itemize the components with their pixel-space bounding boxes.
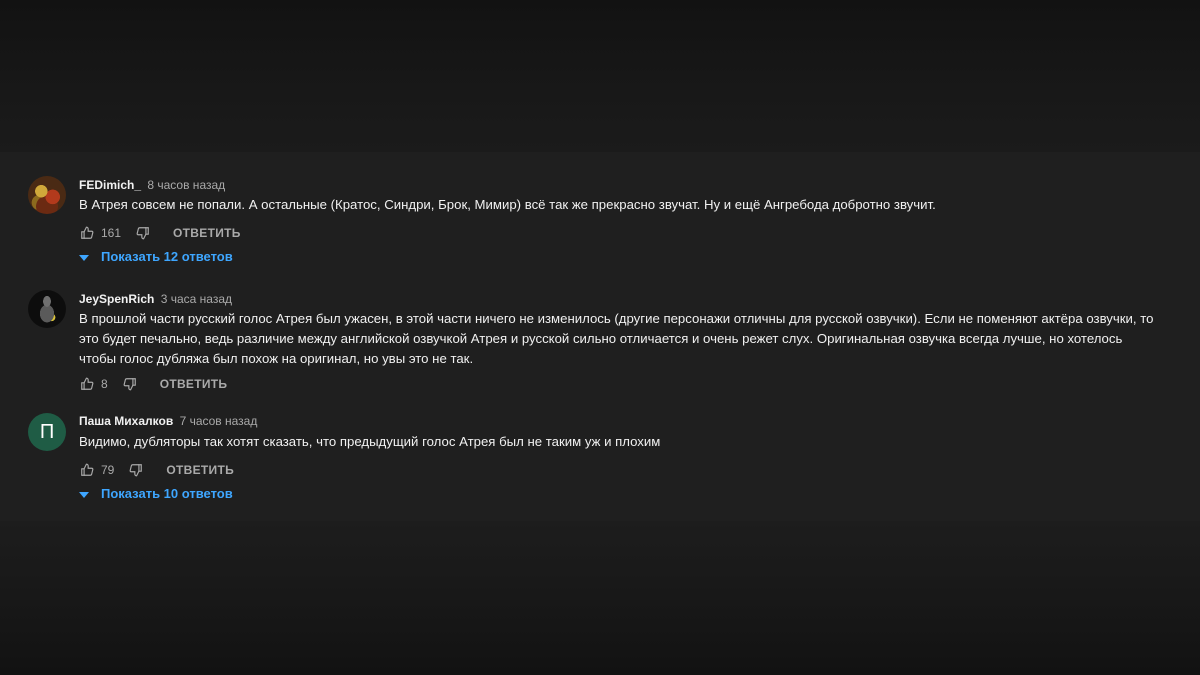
reply-button[interactable]: ОТВЕТИТЬ xyxy=(173,226,241,240)
show-replies-label: Показать 12 ответов xyxy=(101,249,233,264)
comment-header: FEDimich_ 8 часов назад xyxy=(79,178,225,192)
show-replies-button[interactable]: Показать 10 ответов xyxy=(79,486,233,501)
comment-header: JeySpenRich 3 часа назад xyxy=(79,292,232,306)
avatar[interactable] xyxy=(28,176,66,214)
thumb-up-icon[interactable] xyxy=(79,225,95,241)
background-bottom xyxy=(0,521,1200,675)
avatar[interactable] xyxy=(28,290,66,328)
show-replies-label: Показать 10 ответов xyxy=(101,486,233,501)
timestamp[interactable]: 8 часов назад xyxy=(147,178,225,192)
comment-text: Видимо, дубляторы так хотят сказать, что… xyxy=(79,434,661,449)
comment-header: Паша Михалков 7 часов назад xyxy=(79,414,257,428)
thumb-down-icon[interactable] xyxy=(135,225,151,241)
author-name[interactable]: Паша Михалков xyxy=(79,414,173,428)
timestamp[interactable]: 7 часов назад xyxy=(180,414,258,428)
author-name[interactable]: JeySpenRich xyxy=(79,292,154,306)
caret-down-icon xyxy=(79,486,89,501)
like-count: 79 xyxy=(101,463,115,477)
thumb-down-icon[interactable] xyxy=(128,462,144,478)
avatar[interactable]: П xyxy=(28,413,66,451)
comment-text: В прошлой части русский голос Атрея был … xyxy=(79,311,1154,366)
like-count: 161 xyxy=(101,226,122,240)
thumb-up-icon[interactable] xyxy=(79,462,95,478)
reply-button[interactable]: ОТВЕТИТЬ xyxy=(166,463,234,477)
caret-down-icon xyxy=(79,249,89,264)
reply-button[interactable]: ОТВЕТИТЬ xyxy=(160,377,228,391)
thumb-up-icon[interactable] xyxy=(79,376,95,392)
like-count: 8 xyxy=(101,377,108,391)
comment-actions: 161 ОТВЕТИТЬ xyxy=(79,224,241,242)
author-name[interactable]: FEDimich_ xyxy=(79,178,141,192)
comment-text: В Атрея совсем не попали. А остальные (К… xyxy=(79,197,936,212)
thumb-down-icon[interactable] xyxy=(122,376,138,392)
avatar-letter: П xyxy=(39,420,55,443)
timestamp[interactable]: 3 часа назад xyxy=(161,292,232,306)
comments-section: FEDimich_ 8 часов назад В Атрея совсем н… xyxy=(0,152,1200,521)
comment-actions: 79 ОТВЕТИТЬ xyxy=(79,461,234,479)
show-replies-button[interactable]: Показать 12 ответов xyxy=(79,249,233,264)
background-top xyxy=(0,0,1200,152)
comment-actions: 8 ОТВЕТИТЬ xyxy=(79,375,227,393)
